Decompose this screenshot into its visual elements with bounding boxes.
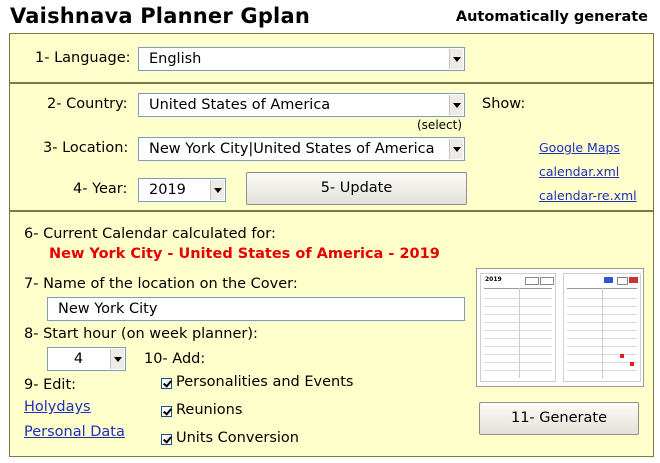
country-select[interactable]: United States of America [138, 93, 465, 117]
preview-header-box [629, 277, 638, 283]
preview-left-page: 2019 [480, 273, 556, 382]
preview-header-box [617, 277, 628, 285]
cover-name-label: 7- Name of the location on the Cover: [24, 276, 298, 292]
units-conversion-checkbox[interactable] [161, 434, 172, 445]
country-select-hint: (select) [417, 118, 463, 132]
current-calendar-value: New York City - United States of America… [49, 246, 440, 262]
reunions-checkbox[interactable] [161, 406, 172, 417]
preview-header-box [604, 277, 613, 283]
update-button[interactable]: 5- Update [246, 172, 467, 205]
start-hour-label: 8- Start hour (on week planner): [24, 326, 258, 342]
reunions-label: Reunions [176, 402, 243, 418]
location-panel: 2- Country: United States of America (se… [9, 83, 654, 211]
personalities-events-label: Personalities and Events [176, 374, 354, 390]
cover-name-input[interactable]: New York City [47, 297, 465, 321]
preview-header-box [540, 277, 554, 285]
chevron-down-icon[interactable] [449, 49, 463, 69]
personal-data-link[interactable]: Personal Data [24, 424, 125, 440]
country-value: United States of America [149, 97, 331, 113]
preview-header-box [525, 277, 539, 285]
calendar-re-xml-link[interactable]: calendar-re.xml [539, 188, 637, 203]
generate-button[interactable]: 11- Generate [479, 402, 639, 435]
location-value: New York City|United States of America [149, 141, 435, 157]
year-label: 4- Year: [73, 181, 128, 197]
start-hour-select[interactable]: 4 [47, 347, 126, 371]
language-select[interactable]: English [138, 47, 465, 71]
show-label: Show: [482, 96, 526, 112]
preview-marker [630, 362, 634, 366]
preview-year: 2019 [485, 276, 502, 283]
language-panel: 1- Language: English [9, 33, 654, 83]
country-label: 2- Country: [47, 96, 128, 112]
chevron-down-icon[interactable] [449, 95, 463, 115]
calendar-xml-link[interactable]: calendar.xml [539, 164, 619, 179]
start-hour-value: 4 [73, 351, 84, 367]
edit-label: 9- Edit: [24, 377, 77, 393]
preview-marker [620, 354, 624, 358]
google-maps-link[interactable]: Google Maps [539, 140, 620, 155]
calendar-preview-image: 2019 [476, 268, 644, 387]
year-select[interactable]: 2019 [138, 178, 226, 202]
app-title: Vaishnava Planner Gplan [10, 4, 310, 28]
preview-right-page [563, 273, 641, 382]
language-value: English [149, 51, 202, 67]
auto-generate-label: Automatically generate [455, 9, 648, 25]
year-value: 2019 [149, 182, 186, 198]
current-calendar-label: 6- Current Calendar calculated for: [24, 226, 276, 242]
chevron-down-icon[interactable] [210, 180, 224, 200]
personalities-events-checkbox[interactable] [161, 378, 172, 389]
chevron-down-icon[interactable] [449, 139, 463, 159]
language-label: 1- Language: [35, 50, 131, 66]
add-label: 10- Add: [144, 351, 206, 367]
location-label: 3- Location: [43, 140, 129, 156]
chevron-down-icon[interactable] [110, 349, 124, 369]
holydays-link[interactable]: Holydays [24, 399, 91, 415]
location-select[interactable]: New York City|United States of America [138, 137, 465, 161]
units-conversion-label: Units Conversion [176, 430, 299, 446]
